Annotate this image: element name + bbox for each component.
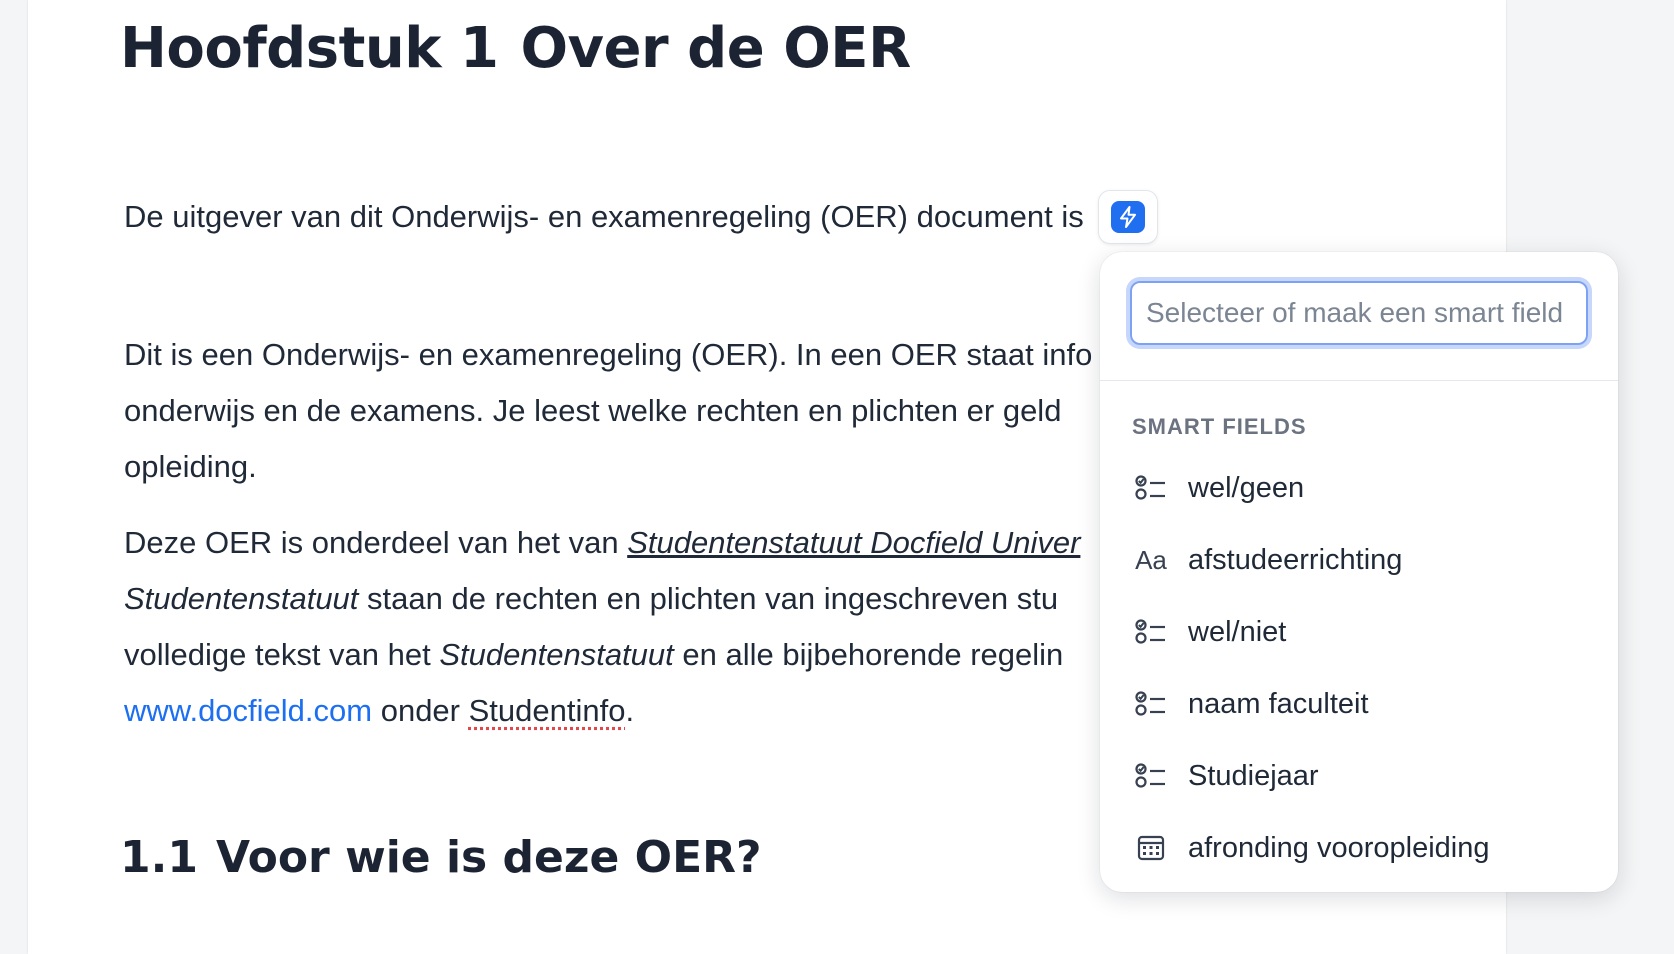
paragraph-line: www.docfield.com onder Studentinfo. [124,683,1080,739]
text-span: volledige tekst van het [124,637,440,672]
paragraph-line: volledige tekst van het Studentenstatuut… [124,627,1080,683]
text-icon: Aa [1135,544,1167,575]
paragraph-line: opleiding. [124,449,257,484]
paragraph-line: Deze OER is onderdeel van het van Studen… [124,515,1080,571]
smart-field-dropdown: SMART FIELDS wel/geen Aa afstudeerrichti… [1100,252,1618,892]
chapter-number: Hoofdstuk 1 [120,16,499,81]
smart-fields-section-label: SMART FIELDS [1132,414,1307,439]
paragraph-oer-description[interactable]: Dit is een Onderwijs- en examenregeling … [124,327,1092,495]
smart-field-label: afstudeerrichting [1188,543,1403,576]
smart-field-item-afronding-vooropleiding[interactable]: afronding vooropleiding [1100,812,1618,884]
docfield-link[interactable]: www.docfield.com [124,693,372,728]
divider [1100,380,1618,381]
text-span: onder [372,693,469,728]
smart-field-label: wel/geen [1188,471,1305,504]
text-span: Deze OER is onderdeel van het van [124,525,628,560]
smart-field-item-wel-niet[interactable]: wel/niet [1100,596,1618,668]
smart-field-label: wel/niet [1188,615,1287,648]
checklist-icon [1134,471,1168,505]
chapter-heading: Hoofdstuk 1 Over de OER [120,16,911,81]
section-heading: 1.1 Voor wie is deze OER? [120,832,762,883]
lightning-bolt-icon [1110,201,1145,233]
section-title: Voor wie is deze OER? [215,832,762,883]
search-field-wrapper [1130,281,1588,345]
paragraph-line: Dit is een Onderwijs- en examenregeling … [124,337,1093,372]
paragraph-line: Studentenstatuut staan de rechten en pli… [124,571,1080,627]
smart-field-list: wel/geen Aa afstudeerrichting wel/niet n… [1100,452,1618,884]
text-span: staan de rechten en plichten van ingesch… [358,581,1059,616]
smart-field-item-naam-faculteit[interactable]: naam faculteit [1100,668,1618,740]
checklist-icon [1134,759,1168,793]
smart-field-item-afstudeerrichting[interactable]: Aa afstudeerrichting [1100,524,1618,596]
intro-text: De uitgever van dit Onderwijs- en examen… [124,199,1084,234]
smart-field-label: Studiejaar [1188,759,1319,792]
italic-text: Studentenstatuut [124,581,359,616]
paragraph-studentenstatuut[interactable]: Deze OER is onderdeel van het van Studen… [124,515,1080,739]
smart-field-button[interactable] [1097,190,1158,244]
chapter-title: Over de OER [520,16,911,81]
smart-field-label: naam faculteit [1188,687,1369,720]
studentenstatuut-link[interactable]: Studentenstatuut Docfield Univer [627,525,1080,560]
smart-field-search-input[interactable] [1130,281,1588,345]
smart-field-item-studiejaar[interactable]: Studiejaar [1100,740,1618,812]
smart-field-label: afronding vooropleiding [1188,831,1490,864]
italic-text: Studentenstatuut [439,637,674,672]
section-number: 1.1 [120,832,198,883]
smart-field-item-wel-geen[interactable]: wel/geen [1100,452,1618,524]
text-span: . [625,693,635,728]
calendar-icon [1134,831,1168,865]
intro-paragraph[interactable]: De uitgever van dit Onderwijs- en examen… [124,189,1158,245]
paragraph-line: onderwijs en de examens. Je leest welke … [124,393,1062,428]
checklist-icon [1134,615,1168,649]
checklist-icon [1134,687,1168,721]
spellcheck-word[interactable]: Studentinfo [469,693,626,728]
text-span: en alle bijbehorende regelin [673,637,1064,672]
